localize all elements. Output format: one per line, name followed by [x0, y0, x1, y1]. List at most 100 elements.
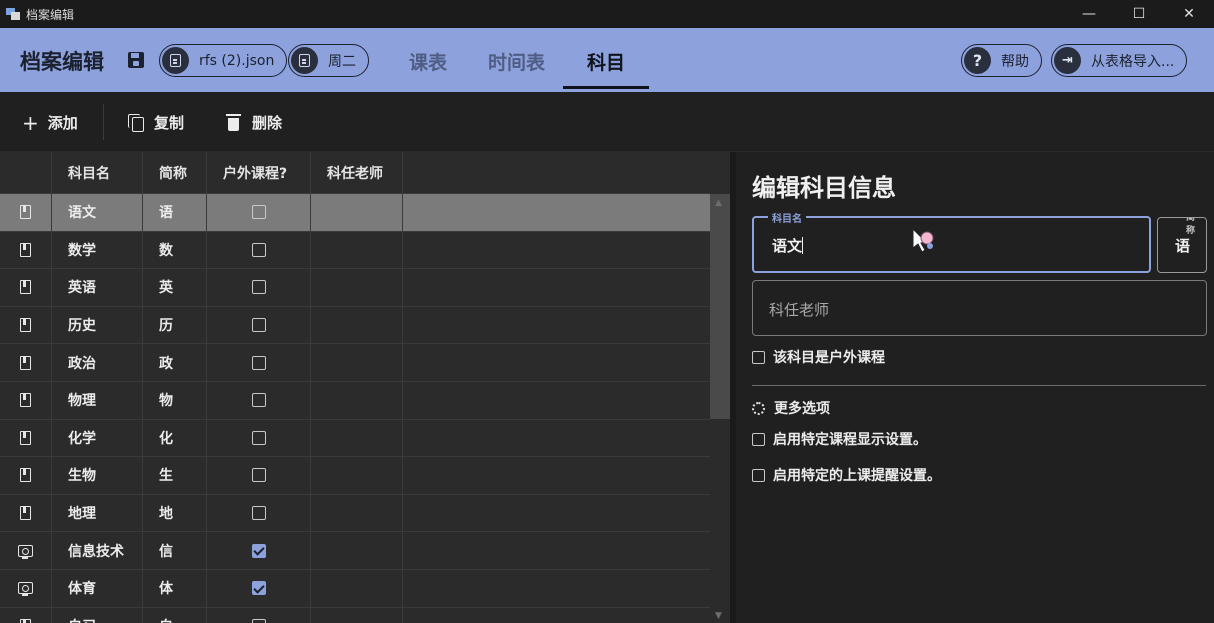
outdoor-checkbox-box[interactable] [752, 350, 765, 364]
teacher-field[interactable]: 科任老师 [752, 280, 1207, 336]
outdoor-checkbox[interactable]: 该科目是户外课程 [752, 347, 885, 367]
outdoor-cell[interactable] [207, 457, 311, 494]
tab-timetable[interactable]: 时间表 [488, 48, 545, 75]
subject-name-cell[interactable]: 化学 [52, 419, 143, 457]
outdoor-checkbox[interactable] [251, 430, 266, 445]
short-name-cell[interactable]: 语 [143, 194, 207, 231]
subject-name-cell[interactable]: 数学 [52, 231, 143, 269]
display-settings-box[interactable] [752, 432, 765, 446]
outdoor-checkbox[interactable] [251, 468, 266, 483]
short-name-field[interactable]: 简称 语 [1157, 217, 1207, 273]
outdoor-cell[interactable] [207, 231, 311, 269]
header-teacher[interactable]: 科任老师 [311, 152, 403, 194]
file-chip[interactable]: rfs (2).json [159, 44, 288, 77]
teacher-cell[interactable] [311, 607, 403, 623]
scroll-down-icon[interactable]: ▼ [715, 611, 722, 621]
teacher-cell[interactable] [311, 344, 403, 381]
outdoor-checkbox[interactable] [251, 242, 266, 257]
short-name-cell[interactable]: 化 [143, 419, 207, 457]
teacher-cell[interactable] [311, 269, 403, 306]
teacher-cell[interactable] [311, 194, 403, 231]
subject-name-cell[interactable]: 地理 [52, 494, 143, 532]
teacher-cell[interactable] [311, 494, 403, 532]
subject-name-cell[interactable]: 自习 [52, 607, 143, 623]
short-name-cell[interactable]: 生 [143, 457, 207, 494]
scrollbar-thumb[interactable] [710, 194, 730, 419]
outdoor-cell[interactable] [207, 194, 311, 231]
display-settings-checkbox[interactable]: 启用特定课程显示设置。 [752, 429, 927, 449]
outdoor-cell[interactable] [207, 344, 311, 381]
subject-name-cell[interactable]: 信息技术 [52, 532, 143, 569]
teacher-cell[interactable] [311, 381, 403, 419]
copy-button[interactable]: 复制 [128, 112, 184, 133]
short-name-cell[interactable]: 英 [143, 269, 207, 306]
outdoor-cell[interactable] [207, 269, 311, 306]
import-button[interactable]: ⇥ 从表格导入... [1051, 44, 1188, 77]
subject-name-field[interactable]: 科目名 语文 [752, 210, 1151, 273]
reminder-settings-checkbox[interactable]: 启用特定的上课提醒设置。 [752, 465, 941, 485]
teacher-cell[interactable] [311, 231, 403, 269]
outdoor-cell[interactable] [207, 569, 311, 607]
header-short[interactable]: 简称 [143, 152, 207, 194]
table-row[interactable]: 地理地 [0, 494, 710, 533]
short-name-cell[interactable]: 地 [143, 494, 207, 532]
short-name-cell[interactable]: 自 [143, 607, 207, 623]
save-icon[interactable] [128, 52, 144, 68]
short-name-cell[interactable]: 历 [143, 306, 207, 344]
subject-name-cell[interactable]: 英语 [52, 269, 143, 306]
outdoor-checkbox[interactable] [251, 355, 266, 370]
table-scrollbar[interactable]: ▲ ▼ [710, 194, 730, 623]
table-row[interactable]: 数学数 [0, 231, 710, 270]
reminder-settings-box[interactable] [752, 468, 765, 482]
table-row[interactable]: 历史历 [0, 306, 710, 345]
table-row[interactable]: 信息技术信 [0, 532, 710, 570]
short-name-cell[interactable]: 数 [143, 231, 207, 269]
day-chip[interactable]: 周二 [288, 44, 369, 77]
table-row[interactable]: 体育体 [0, 569, 710, 608]
add-button[interactable]: + 添加 [22, 112, 78, 133]
table-row[interactable]: 自习自 [0, 607, 710, 623]
maximize-button[interactable]: ☐ [1114, 0, 1164, 28]
subject-name-cell[interactable]: 物理 [52, 381, 143, 419]
short-name-cell[interactable]: 物 [143, 381, 207, 419]
table-row[interactable]: 物理物 [0, 381, 710, 420]
short-name-cell[interactable]: 体 [143, 569, 207, 607]
header-outdoor[interactable]: 户外课程? [207, 152, 311, 194]
outdoor-cell[interactable] [207, 306, 311, 344]
help-button[interactable]: ? 帮助 [961, 44, 1042, 77]
teacher-cell[interactable] [311, 419, 403, 457]
scroll-up-icon[interactable]: ▲ [715, 198, 722, 208]
short-name-cell[interactable]: 政 [143, 344, 207, 381]
teacher-cell[interactable] [311, 457, 403, 494]
teacher-cell[interactable] [311, 569, 403, 607]
subject-name-cell[interactable]: 体育 [52, 569, 143, 607]
table-row[interactable]: 政治政 [0, 344, 710, 382]
outdoor-checkbox[interactable] [251, 393, 266, 408]
outdoor-checkbox[interactable] [251, 205, 266, 220]
tab-schedule[interactable]: 课表 [409, 48, 447, 75]
outdoor-checkbox[interactable] [251, 581, 266, 596]
outdoor-cell[interactable] [207, 419, 311, 457]
teacher-cell[interactable] [311, 306, 403, 344]
close-button[interactable]: ✕ [1164, 0, 1214, 28]
table-row[interactable]: 语文语 [0, 194, 710, 232]
table-row[interactable]: 生物生 [0, 457, 710, 495]
subject-name-cell[interactable]: 历史 [52, 306, 143, 344]
table-row[interactable]: 化学化 [0, 419, 710, 458]
header-name[interactable]: 科目名 [52, 152, 143, 194]
tab-subjects[interactable]: 科目 [587, 48, 625, 75]
subject-name-cell[interactable]: 政治 [52, 344, 143, 381]
subject-name-cell[interactable]: 语文 [52, 194, 143, 231]
outdoor-cell[interactable] [207, 381, 311, 419]
outdoor-checkbox[interactable] [251, 318, 266, 333]
short-name-cell[interactable]: 信 [143, 532, 207, 569]
outdoor-cell[interactable] [207, 607, 311, 623]
teacher-cell[interactable] [311, 532, 403, 569]
delete-button[interactable]: 删除 [226, 112, 282, 133]
outdoor-checkbox[interactable] [251, 618, 266, 623]
outdoor-checkbox[interactable] [251, 280, 266, 295]
outdoor-checkbox[interactable] [251, 506, 266, 521]
subject-name-cell[interactable]: 生物 [52, 457, 143, 494]
minimize-button[interactable]: — [1064, 0, 1114, 28]
outdoor-checkbox[interactable] [251, 543, 266, 558]
